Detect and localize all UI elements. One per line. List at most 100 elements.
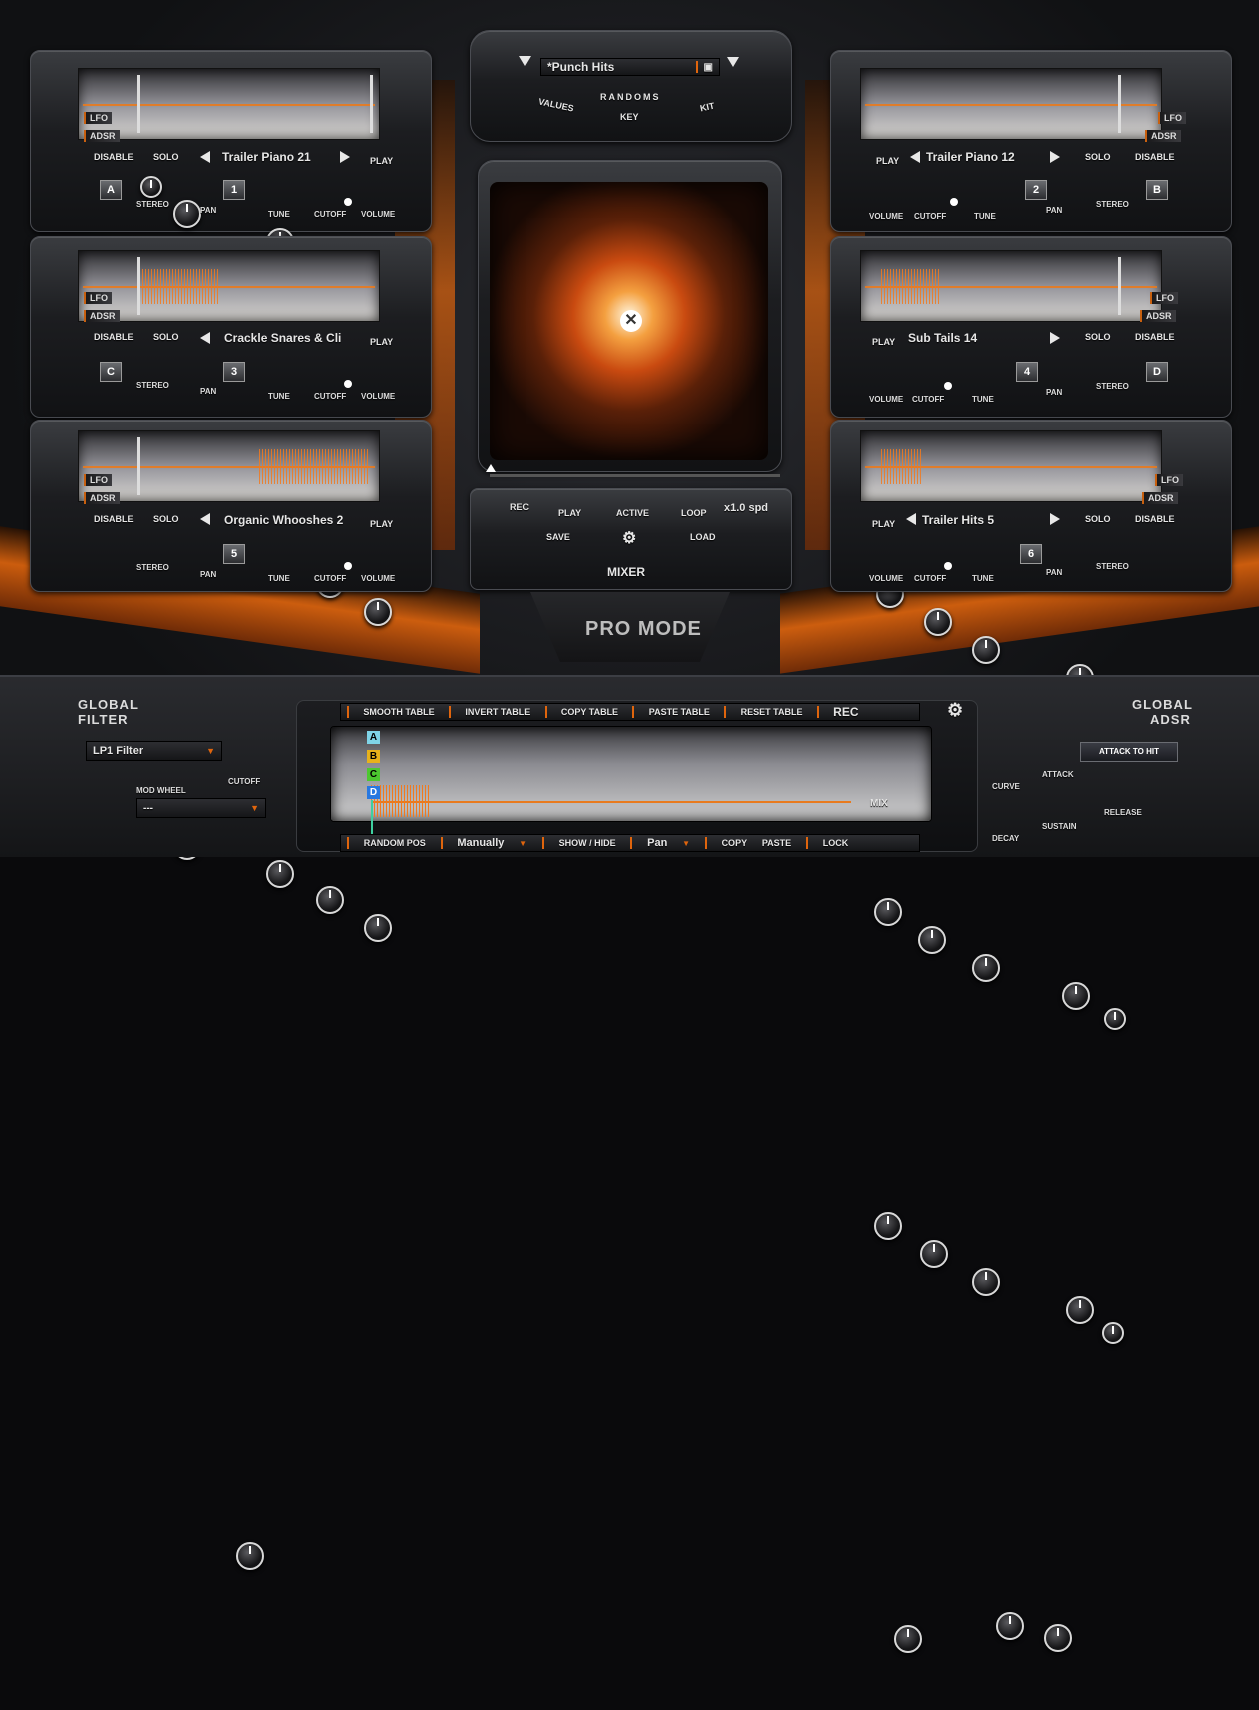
- attack-knob[interactable]: [1044, 1624, 1072, 1652]
- key-button[interactable]: KEY: [620, 112, 639, 122]
- preset-selector[interactable]: *Punch Hits ▣: [540, 58, 720, 76]
- slot-c-sample-name[interactable]: Crackle Snares & Cli: [224, 331, 341, 345]
- mod-wheel-select[interactable]: --- ▼: [136, 798, 266, 818]
- active-button[interactable]: ACTIVE: [616, 508, 649, 518]
- copy-table-button[interactable]: COPY TABLE: [561, 707, 618, 717]
- mode-select[interactable]: Manually: [457, 837, 504, 849]
- slot-f-stereo-knob[interactable]: [1102, 1322, 1124, 1344]
- slot-a-letter-button[interactable]: A: [100, 180, 122, 200]
- slot-a-waveform[interactable]: [78, 68, 380, 140]
- slot-c-volume-knob[interactable]: [364, 598, 392, 626]
- slot-e-prev-arrow[interactable]: [200, 513, 210, 525]
- dropdown-arrow-icon[interactable]: ▼: [519, 839, 527, 848]
- playhead-marker-icon[interactable]: [486, 464, 496, 472]
- slot-b-tune-knob[interactable]: [972, 636, 1000, 664]
- paste-table-button[interactable]: PASTE TABLE: [649, 707, 710, 717]
- lock-button[interactable]: LOCK: [823, 838, 849, 848]
- slot-d-sample-name[interactable]: Sub Tails 14: [908, 331, 977, 345]
- slot-e-sample-name[interactable]: Organic Whooshes 2: [224, 513, 343, 527]
- lane-b-button[interactable]: B: [367, 750, 380, 763]
- slot-a-next-arrow[interactable]: [340, 151, 350, 163]
- slot-b-adsr[interactable]: ADSR: [1145, 130, 1181, 142]
- slot-e-adsr[interactable]: ADSR: [84, 492, 120, 504]
- slot-a-lfo[interactable]: LFO: [84, 112, 112, 124]
- slot-d-letter-button[interactable]: D: [1146, 362, 1168, 382]
- slot-e-cutoff-knob[interactable]: [316, 886, 344, 914]
- slot-d-stereo-knob[interactable]: [1104, 1008, 1126, 1030]
- slot-a-stereo-knob[interactable]: [140, 176, 162, 198]
- reset-table-button[interactable]: RESET TABLE: [741, 707, 803, 717]
- slot-d-next-arrow[interactable]: [1050, 332, 1060, 344]
- slot-d-waveform[interactable]: [860, 250, 1162, 322]
- slot-a-pan-knob[interactable]: [173, 200, 201, 228]
- save-preset-icon[interactable]: ▣: [704, 62, 713, 73]
- slot-d-solo[interactable]: SOLO: [1085, 332, 1111, 342]
- slot-f-sample-name[interactable]: Trailer Hits 5: [922, 513, 994, 527]
- lane-a-button[interactable]: A: [367, 731, 380, 744]
- slot-b-sample-name[interactable]: Trailer Piano 12: [926, 150, 1015, 164]
- slot-e-waveform[interactable]: [78, 430, 380, 502]
- slot-d-tune-knob[interactable]: [972, 954, 1000, 982]
- slot-a-play[interactable]: PLAY: [370, 156, 393, 166]
- slot-d-lfo[interactable]: LFO: [1150, 292, 1178, 304]
- slot-f-volume-knob[interactable]: [874, 1212, 902, 1240]
- slot-e-tune-knob[interactable]: [266, 860, 294, 888]
- slot-d-play[interactable]: PLAY: [872, 337, 895, 347]
- slot-b-lfo[interactable]: LFO: [1158, 112, 1186, 124]
- slot-d-volume-knob[interactable]: [874, 898, 902, 926]
- slot-a-disable[interactable]: DISABLE: [94, 152, 134, 162]
- slot-f-cutoff-knob[interactable]: [920, 1240, 948, 1268]
- table-settings-gear-icon[interactable]: ⚙: [947, 700, 963, 721]
- save-button[interactable]: SAVE: [546, 532, 570, 542]
- copy-button[interactable]: COPY: [722, 838, 748, 848]
- slot-b-play[interactable]: PLAY: [876, 156, 899, 166]
- slot-e-lfo[interactable]: LFO: [84, 474, 112, 486]
- preset-prev-arrow[interactable]: [519, 56, 531, 66]
- slot-c-prev-arrow[interactable]: [200, 332, 210, 344]
- slot-a-number[interactable]: 1: [223, 180, 245, 200]
- slot-c-play[interactable]: PLAY: [370, 337, 393, 347]
- curve-knob[interactable]: [996, 1612, 1024, 1640]
- mixer-button[interactable]: MIXER: [607, 565, 645, 579]
- slot-e-play[interactable]: PLAY: [370, 519, 393, 529]
- slot-c-lfo[interactable]: LFO: [84, 292, 112, 304]
- slot-c-adsr[interactable]: ADSR: [84, 310, 120, 322]
- slot-e-volume-knob[interactable]: [364, 914, 392, 942]
- slot-c-waveform[interactable]: [78, 250, 380, 322]
- slot-c-solo[interactable]: SOLO: [153, 332, 179, 342]
- slot-b-number[interactable]: 2: [1025, 180, 1047, 200]
- show-hide-button[interactable]: SHOW / HIDE: [559, 838, 616, 848]
- slot-f-number[interactable]: 6: [1020, 544, 1042, 564]
- play-button[interactable]: PLAY: [558, 508, 581, 518]
- slot-c-number[interactable]: 3: [223, 362, 245, 382]
- randoms-button[interactable]: RANDOMS: [600, 92, 661, 102]
- paste-button[interactable]: PASTE: [762, 838, 791, 848]
- slot-a-prev-arrow[interactable]: [200, 151, 210, 163]
- table-display[interactable]: [330, 726, 932, 822]
- load-button[interactable]: LOAD: [690, 532, 716, 542]
- slot-b-prev-arrow[interactable]: [910, 151, 920, 163]
- slot-f-waveform[interactable]: [860, 430, 1162, 502]
- slot-c-disable[interactable]: DISABLE: [94, 332, 134, 342]
- slot-e-solo[interactable]: SOLO: [153, 514, 179, 524]
- slot-f-adsr[interactable]: ADSR: [1142, 492, 1178, 504]
- slot-b-cutoff-knob[interactable]: [924, 608, 952, 636]
- slot-d-disable[interactable]: DISABLE: [1135, 332, 1175, 342]
- slot-f-prev-arrow[interactable]: [906, 513, 916, 525]
- loop-button[interactable]: LOOP: [681, 508, 707, 518]
- slot-f-tune-knob[interactable]: [972, 1268, 1000, 1296]
- slot-b-solo[interactable]: SOLO: [1085, 152, 1111, 162]
- slot-d-pan-knob[interactable]: [1062, 982, 1090, 1010]
- lane-d-button[interactable]: D: [367, 786, 380, 799]
- random-pos-button[interactable]: RANDOM POS: [364, 838, 426, 848]
- slot-f-disable[interactable]: DISABLE: [1135, 514, 1175, 524]
- slot-f-play[interactable]: PLAY: [872, 519, 895, 529]
- dropdown-arrow-icon[interactable]: ▼: [682, 839, 690, 848]
- slot-c-letter-button[interactable]: C: [100, 362, 122, 382]
- mix-knob[interactable]: [894, 1625, 922, 1653]
- speed-selector[interactable]: x1.0 spd: [724, 502, 768, 514]
- slot-e-number[interactable]: 5: [223, 544, 245, 564]
- slot-b-letter-button[interactable]: B: [1146, 180, 1168, 200]
- smooth-table-button[interactable]: SMOOTH TABLE: [363, 707, 434, 717]
- slot-b-disable[interactable]: DISABLE: [1135, 152, 1175, 162]
